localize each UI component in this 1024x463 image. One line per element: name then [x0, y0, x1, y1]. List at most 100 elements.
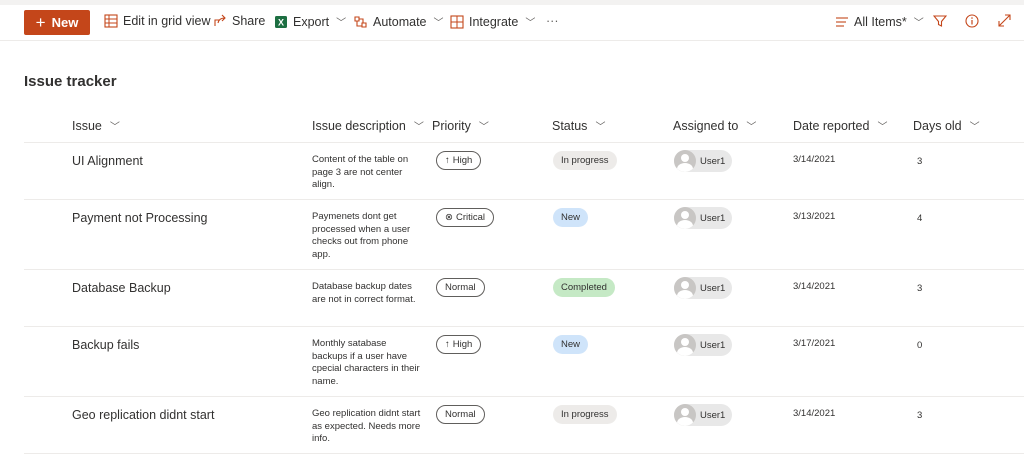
column-header-label: Days old: [913, 118, 962, 133]
export-label: Export: [293, 14, 330, 29]
share-label: Share: [232, 14, 266, 28]
integrate-button[interactable]: Integrate ﹀: [450, 14, 535, 29]
column-header-status[interactable]: Status ﹀: [552, 118, 606, 134]
column-header-days[interactable]: Days old ﹀: [913, 118, 980, 134]
circle-x-icon: ⊗: [445, 212, 453, 223]
priority-pill: Normal: [436, 278, 485, 297]
svg-text:X: X: [278, 17, 284, 27]
column-header-issue[interactable]: Issue ﹀: [72, 118, 120, 134]
avatar: [674, 334, 696, 356]
integrate-label: Integrate: [469, 14, 519, 29]
expand-button[interactable]: [998, 14, 1011, 27]
issue-description: Content of the table on page 3 are not c…: [312, 154, 409, 190]
user-name: User1: [700, 339, 726, 351]
column-header-label: Priority: [432, 118, 471, 133]
command-bar: + New Edit in grid view Share X Export ﹀…: [0, 5, 1024, 41]
column-header-priority[interactable]: Priority ﹀: [432, 118, 489, 134]
priority-pill: ⊗ Critical: [436, 208, 494, 227]
column-header-label: Issue: [72, 118, 102, 133]
issue-description: Monthly satabase backups if a user have …: [312, 338, 420, 387]
table-row[interactable]: Database Backup Database backup dates ar…: [24, 270, 1024, 327]
chevron-down-icon: ﹀: [969, 122, 980, 133]
info-button[interactable]: [965, 14, 979, 28]
automate-button[interactable]: Automate ﹀: [353, 14, 444, 29]
status-pill: New: [553, 208, 589, 227]
column-header-label: Issue description: [312, 118, 406, 133]
filter-icon: [933, 15, 947, 27]
column-header-label: Status: [552, 118, 588, 133]
new-button[interactable]: + New: [24, 10, 90, 35]
avatar: [674, 150, 696, 172]
arrow-up-icon: ↑: [445, 339, 450, 350]
table-row[interactable]: UI Alignment Content of the table on pag…: [24, 143, 1024, 200]
assigned-user[interactable]: User1: [674, 277, 733, 299]
avatar: [674, 277, 696, 299]
priority-label: Critical: [455, 212, 485, 223]
expand-icon: [998, 14, 1011, 27]
priority-pill: Normal: [436, 405, 485, 424]
share-icon: [214, 14, 226, 26]
export-button[interactable]: X Export ﹀: [274, 14, 346, 29]
priority-label: High: [452, 155, 473, 166]
user-name: User1: [700, 155, 726, 167]
issue-description: Paymenets dont get processed when a user…: [312, 211, 411, 260]
edit-grid-button[interactable]: Edit in grid view: [104, 14, 211, 28]
assigned-user[interactable]: User1: [674, 207, 733, 229]
chevron-down-icon: ﹀: [413, 122, 424, 133]
plus-icon: +: [35, 13, 46, 32]
table-row[interactable]: Backup fails Monthly satabase backups if…: [24, 327, 1024, 397]
issue-description: Database backup dates are not in correct…: [312, 281, 416, 305]
info-icon: [965, 14, 979, 28]
assigned-user[interactable]: User1: [674, 334, 733, 356]
date-reported: 3/14/2021: [793, 408, 836, 419]
user-name: User1: [700, 282, 726, 294]
column-header-date[interactable]: Date reported ﹀: [793, 118, 888, 134]
column-header-assigned[interactable]: Assigned to ﹀: [673, 118, 757, 134]
table-row[interactable]: Payment not Processing Paymenets dont ge…: [24, 200, 1024, 270]
avatar: [674, 207, 696, 229]
filter-button[interactable]: [933, 14, 947, 28]
priority-label: High: [452, 339, 473, 350]
new-button-label: New: [51, 15, 79, 30]
issue-title[interactable]: UI Alignment: [72, 154, 143, 168]
chevron-down-icon: ﹀: [336, 18, 347, 29]
column-header-description[interactable]: Issue description ﹀: [312, 118, 424, 134]
user-name: User1: [700, 212, 726, 224]
issue-title[interactable]: Payment not Processing: [72, 211, 208, 225]
share-button[interactable]: Share: [213, 14, 265, 28]
days-old: 3: [917, 410, 923, 421]
issue-title[interactable]: Geo replication didnt start: [72, 408, 214, 422]
automate-label: Automate: [373, 14, 427, 29]
date-reported: 3/14/2021: [793, 281, 836, 292]
issue-title[interactable]: Database Backup: [72, 281, 171, 295]
days-old: 0: [917, 340, 923, 351]
grid-icon: [104, 14, 118, 28]
priority-label: Normal: [445, 282, 476, 293]
issue-title[interactable]: Backup fails: [72, 338, 139, 352]
more-icon: ···: [546, 14, 559, 28]
table-row[interactable]: Geo replication didnt start Geo replicat…: [24, 397, 1024, 454]
chevron-down-icon: ﹀: [913, 18, 924, 29]
status-pill: In progress: [553, 405, 617, 424]
list-view-icon: [836, 16, 848, 27]
assigned-user[interactable]: User1: [674, 404, 733, 426]
status-pill: Completed: [553, 278, 615, 297]
chevron-down-icon: ﹀: [525, 18, 536, 29]
priority-pill: ↑ High: [436, 335, 482, 354]
arrow-up-icon: ↑: [445, 155, 450, 166]
chevron-down-icon: ﹀: [109, 122, 120, 133]
chevron-down-icon: ﹀: [746, 122, 757, 133]
column-header-label: Date reported: [793, 118, 870, 133]
days-old: 3: [917, 283, 923, 294]
more-button[interactable]: ···: [546, 14, 559, 28]
chevron-down-icon: ﹀: [595, 122, 606, 133]
assigned-user[interactable]: User1: [674, 150, 733, 172]
date-reported: 3/13/2021: [793, 211, 836, 222]
date-reported: 3/17/2021: [793, 338, 836, 349]
days-old: 4: [917, 213, 923, 224]
view-label: All Items*: [854, 14, 907, 29]
view-selector[interactable]: All Items* ﹀: [835, 14, 924, 29]
chevron-down-icon: ﹀: [478, 122, 489, 133]
date-reported: 3/14/2021: [793, 154, 836, 165]
chevron-down-icon: ﹀: [877, 122, 888, 133]
